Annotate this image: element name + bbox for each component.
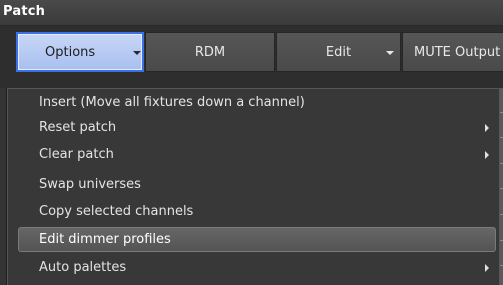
chevron-down-icon bbox=[133, 51, 141, 55]
menu-item-clear-patch[interactable]: Clear patch bbox=[18, 142, 496, 167]
menu-item-label: Copy selected channels bbox=[39, 204, 194, 219]
menu-item-label: Insert (Move all fixtures down a channel… bbox=[39, 95, 305, 110]
options-dropdown-menu: Insert (Move all fixtures down a channel… bbox=[7, 88, 500, 285]
grid-left-edge bbox=[0, 88, 6, 285]
options-dropdown-button[interactable]: Options bbox=[16, 32, 144, 72]
menu-item-label: Reset patch bbox=[39, 120, 117, 135]
menu-item-auto-palettes[interactable]: Auto palettes bbox=[18, 255, 496, 280]
mute-output-button[interactable]: MUTE Output bbox=[402, 32, 503, 72]
menu-item-edit-dimmer-profiles[interactable]: Edit dimmer profiles bbox=[18, 227, 496, 252]
chevron-right-icon bbox=[485, 151, 489, 159]
menu-item-label: Clear patch bbox=[39, 147, 114, 162]
edit-dropdown-button[interactable]: Edit bbox=[276, 32, 401, 72]
menu-item-copy-selected-channels[interactable]: Copy selected channels bbox=[18, 199, 496, 224]
menu-item-label: Edit dimmer profiles bbox=[39, 232, 171, 247]
chevron-right-icon bbox=[485, 124, 489, 132]
menu-item-reset-patch[interactable]: Reset patch bbox=[18, 115, 496, 140]
menu-item-swap-universes[interactable]: Swap universes bbox=[18, 172, 496, 197]
menu-item-label: Auto palettes bbox=[39, 260, 127, 275]
menu-item-insert[interactable]: Insert (Move all fixtures down a channel… bbox=[18, 90, 496, 115]
window-title-bar: Patch bbox=[0, 0, 503, 26]
edit-button-label: Edit bbox=[325, 44, 352, 60]
options-button-label: Options bbox=[45, 44, 96, 60]
menu-item-label: Swap universes bbox=[39, 177, 141, 192]
mute-output-button-label: MUTE Output bbox=[414, 44, 501, 60]
chevron-right-icon bbox=[485, 264, 489, 272]
window-title: Patch bbox=[3, 4, 46, 19]
rdm-button[interactable]: RDM bbox=[145, 32, 275, 72]
chevron-down-icon bbox=[386, 51, 394, 55]
rdm-button-label: RDM bbox=[194, 44, 226, 60]
